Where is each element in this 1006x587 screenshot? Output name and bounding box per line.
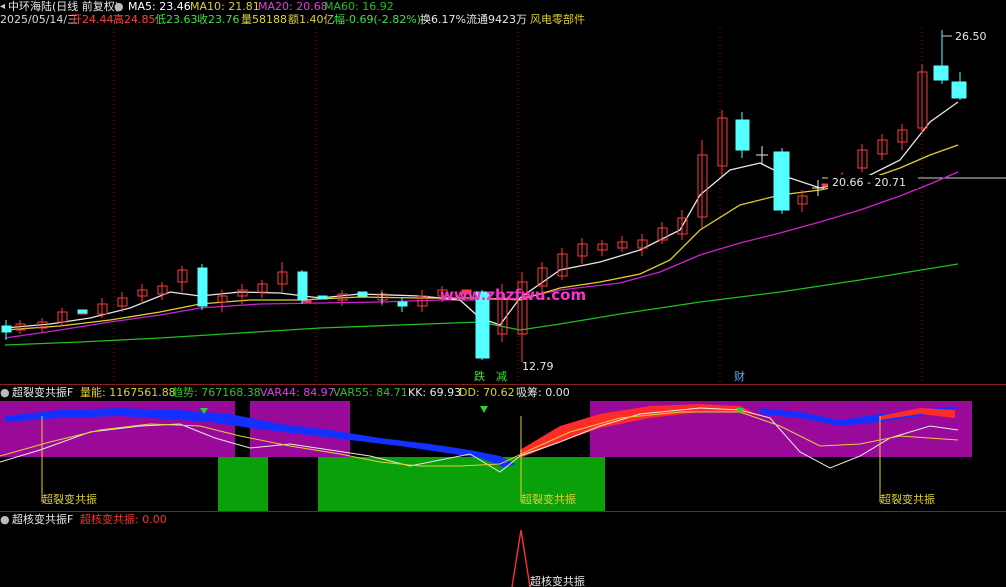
indicator2-spike [511,529,531,587]
indicator2-signal-label: 超核变共振 [530,574,585,587]
marker-die: 跌 [474,369,485,383]
price-high-label: 26.50 [955,30,987,43]
indicator1-chart[interactable]: 超裂变共振 超裂变共振 超裂变共振 [0,386,1006,511]
marker-cai: 财 [734,369,745,383]
marker-jian: 减 [496,370,507,383]
indicator2-chart[interactable]: 超核变共振 [0,512,1006,587]
signal-label-3: 超裂变共振 [880,492,935,506]
candlestick-chart[interactable]: 26.50 12.79 20.66 - 20.71 跌 减 财 www.zbzf… [0,0,1006,385]
watermark: www.zbzfwu.com [440,286,586,304]
candles [1,30,967,362]
price-low-label: 12.79 [522,360,554,373]
signal-label-2: 超裂变共振 [521,492,576,506]
signal-label-1: 超裂变共振 [42,492,97,506]
crosshair-price-label: 20.66 - 20.71 [832,176,906,189]
panel-separator-1 [0,384,1006,385]
